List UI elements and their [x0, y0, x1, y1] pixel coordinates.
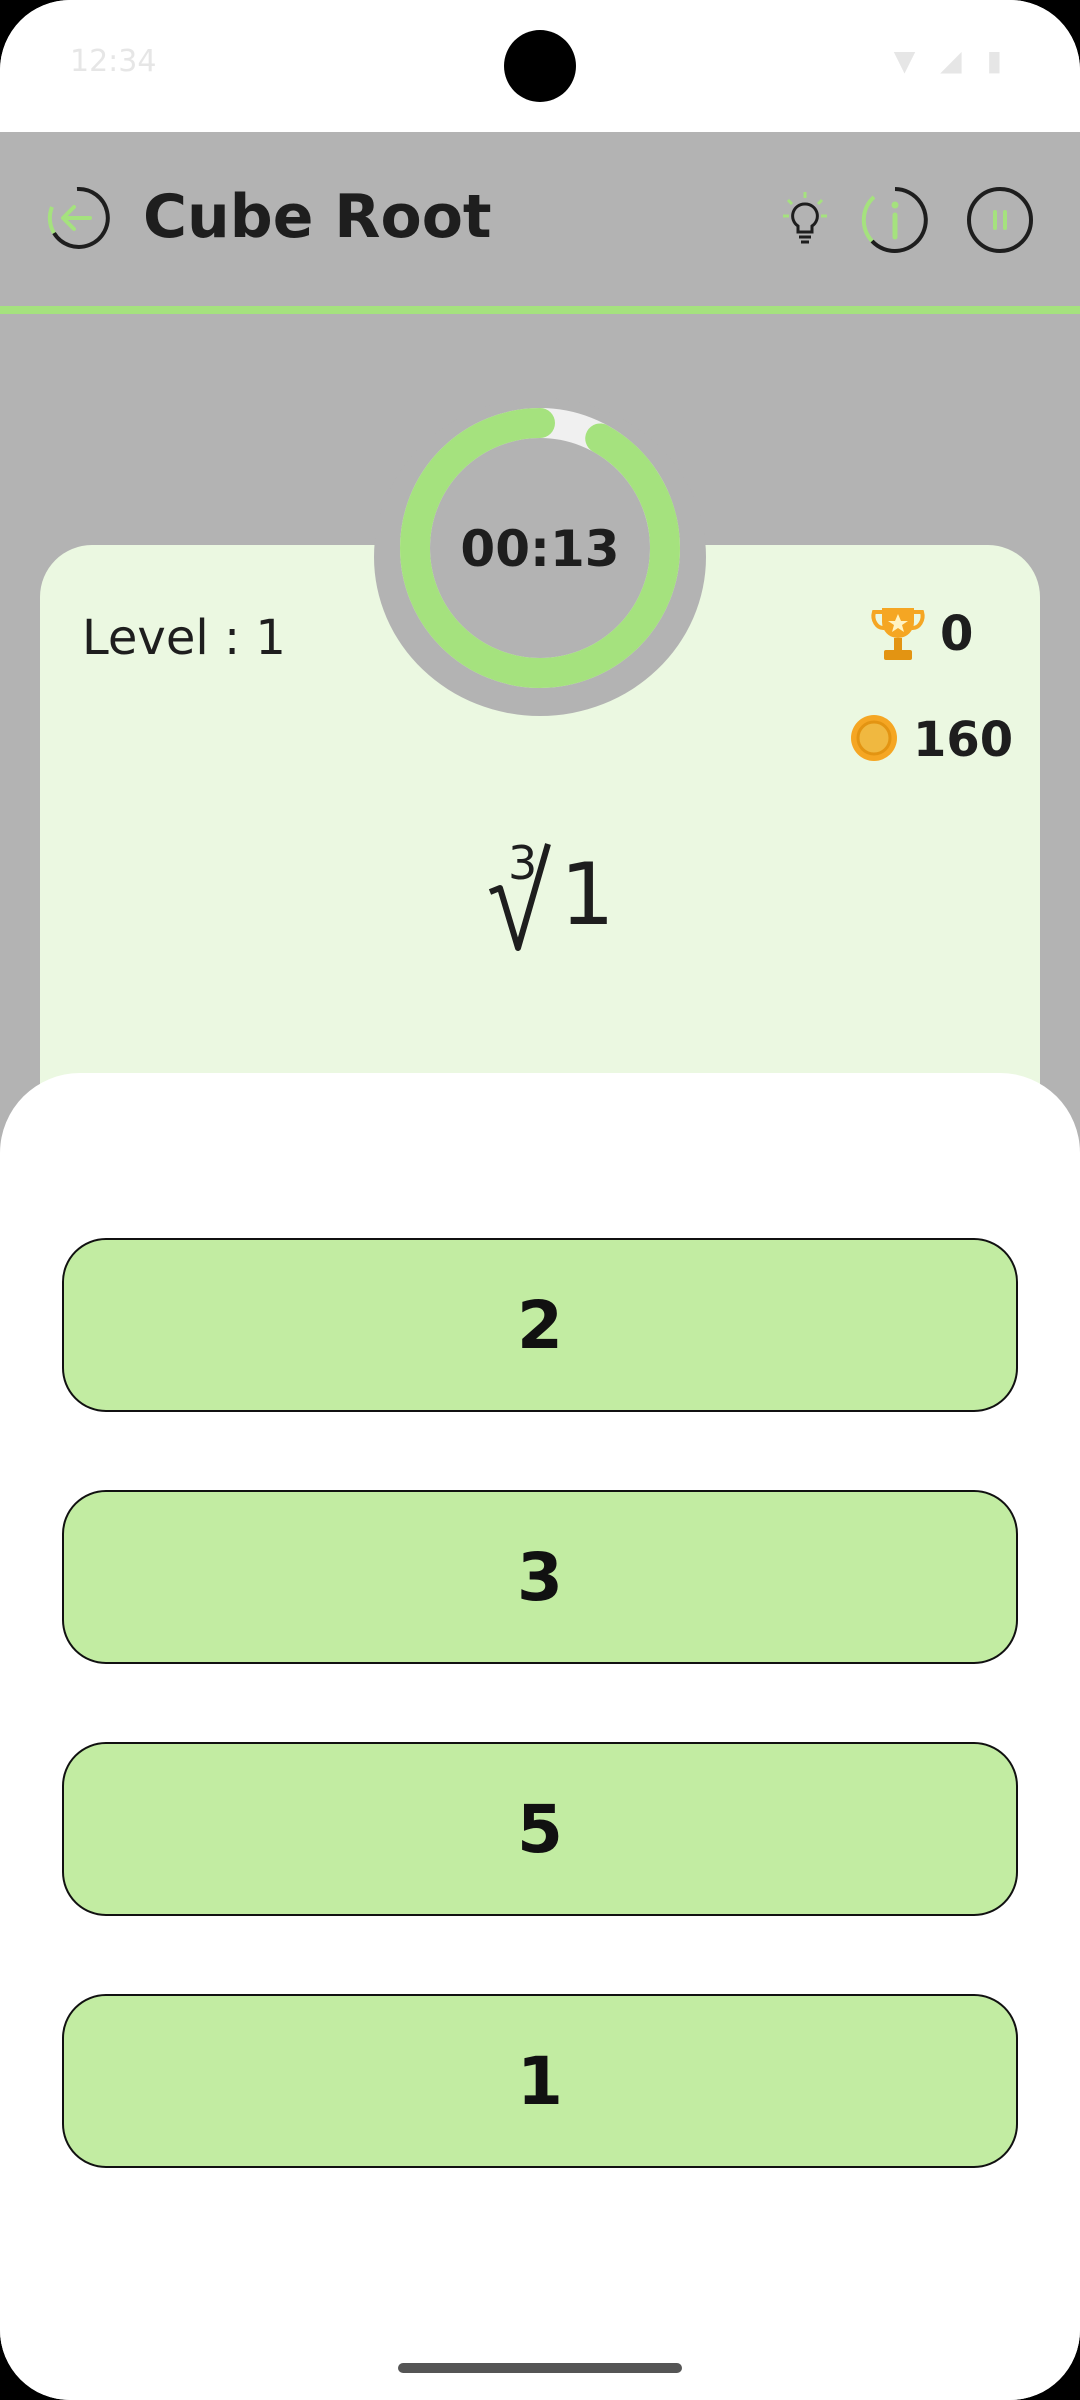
page-title: Cube Root [143, 182, 492, 252]
root-index: 3 [508, 836, 538, 890]
option-button-4[interactable]: 1 [62, 1994, 1018, 2168]
coin-icon [851, 715, 897, 761]
lightbulb-icon[interactable] [775, 190, 835, 250]
status-bar: 12:34 ▼ ◢ ▮ [0, 0, 1080, 132]
pause-icon[interactable] [965, 185, 1035, 255]
level-label: Level : 1 [82, 610, 286, 666]
options-sheet: 2 3 5 1 [0, 1073, 1080, 2400]
radicand: 1 [560, 845, 615, 945]
option-button-2[interactable]: 3 [62, 1490, 1018, 1664]
back-arrow-icon[interactable] [44, 185, 110, 251]
screen: 12:34 ▼ ◢ ▮ Cube Root 00:13 Level: 1 0 … [0, 0, 1080, 2400]
timer-text: 00:13 [460, 520, 620, 578]
option-button-3[interactable]: 5 [62, 1742, 1018, 1916]
option-button-1[interactable]: 2 [62, 1238, 1018, 1412]
info-icon[interactable] [860, 185, 930, 255]
status-icons: ▼ ◢ ▮ [893, 44, 1010, 77]
coin-count: 160 [913, 712, 1014, 768]
camera-cutout [504, 30, 576, 102]
home-indicator[interactable] [398, 2363, 682, 2373]
toolbar-divider [0, 306, 1080, 314]
status-time: 12:34 [70, 44, 157, 79]
trophy-icon [871, 608, 925, 660]
trophy-count: 0 [940, 606, 974, 662]
